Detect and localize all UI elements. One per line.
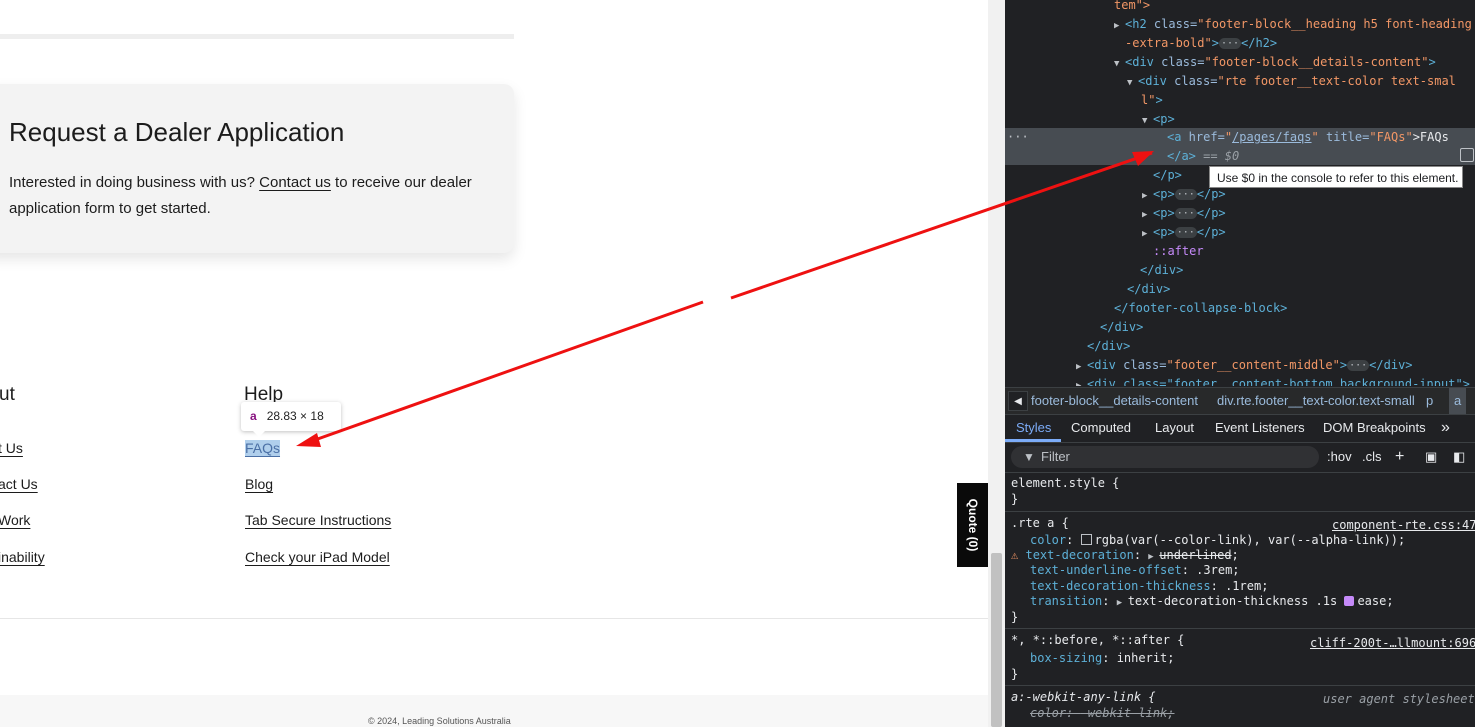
breadcrumb-item[interactable]: p xyxy=(1426,388,1433,414)
dollar-zero-tooltip: Use $0 in the console to refer to this e… xyxy=(1209,166,1463,188)
dom-line-selected[interactable]: <a href="/pages/faqs" title="FAQs">FAQs xyxy=(1005,128,1475,147)
rule-close: } xyxy=(1011,610,1019,624)
any-link-selector[interactable]: a:-webkit-any-link { xyxy=(1011,689,1156,705)
hov-toggle-button[interactable]: :hov xyxy=(1327,446,1352,468)
dom-line[interactable]: </div> xyxy=(1100,318,1143,337)
more-tabs-icon[interactable]: » xyxy=(1441,414,1450,442)
section-divider xyxy=(0,34,514,39)
contact-us-link[interactable]: Contact us xyxy=(259,174,331,191)
breadcrumb-item[interactable]: footer-block__details-content xyxy=(1031,388,1198,414)
easing-editor-icon[interactable] xyxy=(1344,596,1355,606)
css-declaration[interactable]: box-sizing: inherit; xyxy=(1030,650,1175,666)
css-declaration[interactable]: text-underline-offset: .3rem; xyxy=(1030,562,1240,578)
rule-close: } xyxy=(1011,667,1019,681)
universal-selector[interactable]: *, *::before, *::after { xyxy=(1011,632,1184,648)
footer-divider xyxy=(0,618,988,619)
css-declaration[interactable]: text-decoration-thickness: .1rem; xyxy=(1030,578,1268,594)
tooltip-size: 28.83 × 18 xyxy=(266,409,324,423)
footer-link-sustainability[interactable]: inability xyxy=(0,549,45,565)
devtools-subtabs: Styles Computed Layout Event Listeners D… xyxy=(1005,414,1475,443)
footer-link-about-us[interactable]: t Us xyxy=(0,440,23,456)
devtools-panel: tem"> ▶ <h2 class="footer-block__heading … xyxy=(1005,0,1475,727)
paint-icon[interactable]: ▣ xyxy=(1425,446,1437,468)
footer-link-work[interactable]: Work xyxy=(0,512,30,528)
footer-link-tab-secure[interactable]: Tab Secure Instructions xyxy=(245,512,391,528)
dom-line[interactable]: ▶ <h2 class="footer-block__heading h5 fon… xyxy=(1114,15,1472,34)
copyright-text: © 2024, Leading Solutions Australia xyxy=(368,716,511,726)
dom-line[interactable]: ▼ <div class="footer-block__details-conte… xyxy=(1114,53,1436,72)
web-page: Request a Dealer Application Interested … xyxy=(0,0,988,727)
footer-link-blog[interactable]: Blog xyxy=(245,476,273,492)
dom-line[interactable]: </div> xyxy=(1087,337,1130,356)
dealer-card-title: Request a Dealer Application xyxy=(9,117,345,147)
breadcrumb-scroll-left-icon[interactable]: ◀ xyxy=(1008,391,1028,411)
color-swatch-icon[interactable] xyxy=(1080,534,1092,545)
footer-link-ipad-model[interactable]: Check your iPad Model xyxy=(245,549,390,565)
dom-line[interactable]: </footer-collapse-block> xyxy=(1114,299,1287,318)
dom-line[interactable]: </div> xyxy=(1127,280,1170,299)
rule-separator xyxy=(1005,511,1475,512)
styles-pane: element.style { } .rte a { component-rte… xyxy=(1005,473,1475,727)
new-rule-button[interactable]: + xyxy=(1395,446,1404,468)
active-tab-indicator xyxy=(1005,439,1061,442)
dom-line[interactable]: tem"> xyxy=(1114,0,1150,15)
css-declaration[interactable]: color: -webkit-link; xyxy=(1030,705,1175,721)
styles-filter-input[interactable]: ▼ Filter xyxy=(1011,446,1319,468)
tab-layout[interactable]: Layout xyxy=(1155,414,1194,442)
dom-line-selected[interactable]: </a> == $0 xyxy=(1005,147,1475,165)
dom-line[interactable]: ▶ <p> ··· </p> xyxy=(1142,223,1226,242)
css-declaration[interactable]: transition: ▶ text-decoration-thickness .… xyxy=(1030,593,1394,609)
dom-line[interactable]: ▶ <p> ··· </p> xyxy=(1142,204,1226,223)
page-scrollbar[interactable] xyxy=(988,0,1005,727)
rule-close: } xyxy=(1011,492,1019,506)
filter-icon: ▼ xyxy=(1023,450,1035,464)
cls-toggle-button[interactable]: .cls xyxy=(1362,446,1382,468)
quote-button[interactable]: Quote (0) xyxy=(957,483,988,567)
dealer-card-text: Interested in doing business with us? Co… xyxy=(9,174,472,217)
quote-button-label: Quote (0) xyxy=(965,498,980,552)
dom-line[interactable]: l"> xyxy=(1141,91,1163,110)
dom-line[interactable]: ▶ <div class="footer__content-bottom back… xyxy=(1076,375,1470,386)
css-declaration[interactable]: color: rgba(var(--color-link), var(--alp… xyxy=(1030,532,1405,548)
sidebar-toggle-icon[interactable]: ◧ xyxy=(1453,446,1465,468)
tooltip-tag-name: a xyxy=(250,409,257,423)
dom-line[interactable]: -extra-bold"> ··· </h2> xyxy=(1125,34,1277,53)
inspector-size-tooltip: a 28.83 × 18 xyxy=(241,402,341,437)
about-column-heading: ut xyxy=(0,384,15,405)
warning-icon: ⚠ xyxy=(1011,548,1019,562)
dom-line[interactable]: </div> xyxy=(1140,261,1183,280)
user-agent-source: user agent stylesheet xyxy=(1323,692,1475,706)
more-options-icon[interactable]: ··· xyxy=(1007,128,1029,147)
copy-icon[interactable] xyxy=(1460,148,1474,162)
dom-tree: tem"> ▶ <h2 class="footer-block__heading … xyxy=(1005,0,1475,386)
footer-link-faqs[interactable]: FAQs xyxy=(245,440,281,456)
css-declaration[interactable]: ⚠ text-decoration: ▶ underlined; xyxy=(1011,547,1239,563)
footer-link-contact-us[interactable]: act Us xyxy=(0,476,38,492)
scrollbar-thumb[interactable] xyxy=(991,553,1002,727)
dom-line[interactable]: ▼ <p> xyxy=(1142,110,1175,129)
dom-line[interactable]: </p> xyxy=(1153,166,1182,185)
footer-bottom: © 2024, Leading Solutions Australia xyxy=(0,695,988,727)
dom-line[interactable]: ::after xyxy=(1153,242,1204,261)
breadcrumb-item[interactable]: div.rte.footer__text-color.text-small xyxy=(1217,388,1415,414)
tab-computed[interactable]: Computed xyxy=(1071,414,1131,442)
styles-filter-bar: ▼ Filter :hov .cls + ▣ ◧ xyxy=(1005,443,1475,473)
dealer-application-card: Request a Dealer Application Interested … xyxy=(0,84,514,253)
rte-source-link[interactable]: component-rte.css:47 xyxy=(1332,517,1475,533)
rule-separator xyxy=(1005,628,1475,629)
tab-styles[interactable]: Styles xyxy=(1016,414,1051,442)
dom-line[interactable]: ▶ <div class="footer__content-middle"> ···… xyxy=(1076,356,1413,375)
tab-event-listeners[interactable]: Event Listeners xyxy=(1215,414,1305,442)
breadcrumb-item-active[interactable]: a xyxy=(1449,388,1467,414)
element-style-selector[interactable]: element.style { xyxy=(1011,475,1119,491)
tab-dom-breakpoints[interactable]: DOM Breakpoints xyxy=(1323,414,1426,442)
rte-a-selector[interactable]: .rte a { xyxy=(1011,515,1069,531)
star-source-link[interactable]: cliff-200t-…llmount:696 xyxy=(1310,635,1475,651)
dom-line[interactable]: ▼ <div class="rte footer__text-color text… xyxy=(1127,72,1456,91)
rule-separator xyxy=(1005,685,1475,686)
dom-breadcrumbs: ◀ footer-block__details-content div.rte.… xyxy=(1005,387,1475,415)
